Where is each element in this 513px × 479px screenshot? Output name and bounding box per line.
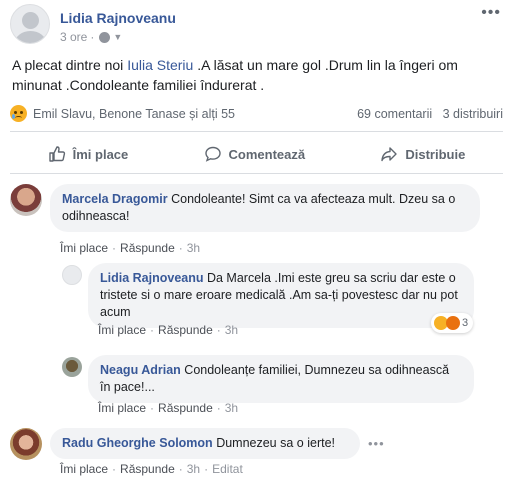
- post-mention[interactable]: Iulia Steriu: [127, 57, 193, 73]
- comments-count[interactable]: 69 comentarii: [357, 107, 432, 121]
- comment-bubble: Lidia Rajnoveanu Da Marcela .Imi este gr…: [88, 263, 474, 328]
- comment-reply-link[interactable]: Răspunde: [120, 241, 175, 255]
- commenter-avatar[interactable]: [62, 265, 82, 285]
- reaction-count: 3: [462, 317, 469, 329]
- meta-separator: ·: [112, 241, 117, 255]
- globe-icon: [99, 31, 111, 43]
- comment-actions: Îmi place · Răspunde · 3h: [98, 323, 238, 337]
- like-button[interactable]: Îmi place: [48, 145, 129, 163]
- thumbs-up-icon: [48, 146, 65, 162]
- post-text-part1: A plecat dintre noi: [12, 57, 128, 73]
- meta-separator: ·: [178, 241, 183, 255]
- sad-reaction-icon[interactable]: [10, 105, 27, 122]
- comment-reply-link[interactable]: Răspunde: [120, 462, 175, 476]
- meta-separator: ·: [150, 401, 155, 415]
- commenter-avatar[interactable]: [62, 357, 82, 377]
- meta-separator: ·: [112, 462, 117, 476]
- meta-separator: ·: [178, 462, 183, 476]
- comment-bubble-icon: [204, 146, 221, 162]
- comment-like-link[interactable]: Îmi place: [98, 323, 146, 337]
- comment-options-icon[interactable]: •••: [368, 436, 385, 451]
- commenter-name[interactable]: Lidia Rajnoveanu: [100, 271, 204, 285]
- chevron-down-icon[interactable]: ▼: [113, 32, 122, 42]
- comment-time[interactable]: 3h: [187, 462, 200, 476]
- counts: 69 comentarii 3 distribuiri: [357, 107, 503, 121]
- comment-like-link[interactable]: Îmi place: [60, 241, 108, 255]
- comment-label: Comentează: [228, 146, 306, 162]
- share-arrow-icon: [381, 147, 398, 162]
- divider: [10, 131, 503, 132]
- meta-separator: ·: [90, 30, 95, 44]
- author-avatar[interactable]: [10, 4, 50, 44]
- comment-time[interactable]: 3h: [225, 401, 238, 415]
- post-time[interactable]: 3 ore: [60, 30, 87, 44]
- comment-actions: Îmi place · Răspunde · 3h · Editat: [60, 462, 243, 476]
- post-header: Lidia Rajnoveanu 3 ore · ▼ •••: [10, 4, 513, 46]
- comment-reply-link[interactable]: Răspunde: [158, 401, 213, 415]
- more-icon[interactable]: •••: [481, 4, 501, 22]
- comment-like-link[interactable]: Îmi place: [60, 462, 108, 476]
- reactions-summary: Emil Slavu, Benone Tanase și alți 55 69 …: [10, 104, 503, 124]
- comment-time[interactable]: 3h: [187, 241, 200, 255]
- comment-reactions[interactable]: 3: [431, 313, 474, 333]
- comment-bubble: Marcela Dragomir Condoleante! Simt ca va…: [50, 184, 480, 232]
- like-label: Îmi place: [72, 146, 129, 162]
- comment-actions: Îmi place · Răspunde · 3h: [98, 401, 238, 415]
- comment-reply-link[interactable]: Răspunde: [158, 323, 213, 337]
- commenter-avatar[interactable]: [10, 428, 42, 460]
- comment-text: Dumnezeu sa o ierte!: [216, 436, 335, 450]
- post-meta: 3 ore · ▼: [60, 30, 122, 44]
- comment-time[interactable]: 3h: [225, 323, 238, 337]
- post-author-name[interactable]: Lidia Rajnoveanu: [60, 10, 176, 26]
- commenter-name[interactable]: Marcela Dragomir: [62, 192, 168, 206]
- comment-bubble: Radu Gheorghe Solomon Dumnezeu sa o iert…: [50, 428, 360, 459]
- commenter-name[interactable]: Neagu Adrian: [100, 363, 181, 377]
- comment-like-link[interactable]: Îmi place: [98, 401, 146, 415]
- action-bar: Îmi place Comentează Distribuie: [10, 136, 503, 172]
- meta-separator: ·: [216, 401, 221, 415]
- comment-button[interactable]: Comentează: [204, 145, 306, 163]
- divider: [10, 173, 503, 174]
- comment-bubble: Neagu Adrian Condoleanțe familiei, Dumne…: [88, 355, 474, 403]
- comments-section: Marcela Dragomir Condoleante! Simt ca va…: [0, 175, 513, 479]
- share-label: Distribuie: [405, 146, 466, 162]
- comment-actions: Îmi place · Răspunde · 3h: [60, 241, 200, 255]
- reactors-text[interactable]: Emil Slavu, Benone Tanase și alți 55: [33, 107, 235, 121]
- meta-separator: ·: [204, 462, 209, 476]
- commenter-name[interactable]: Radu Gheorghe Solomon: [62, 436, 213, 450]
- angry-reaction-icon: [446, 316, 460, 330]
- post-text: A plecat dintre noi Iulia Steriu .A lăsa…: [12, 55, 504, 95]
- comment-edited[interactable]: Editat: [212, 462, 243, 476]
- shares-count[interactable]: 3 distribuiri: [443, 107, 503, 121]
- commenter-avatar[interactable]: [10, 184, 42, 216]
- meta-separator: ·: [150, 323, 155, 337]
- share-button[interactable]: Distribuie: [380, 145, 465, 163]
- meta-separator: ·: [216, 323, 221, 337]
